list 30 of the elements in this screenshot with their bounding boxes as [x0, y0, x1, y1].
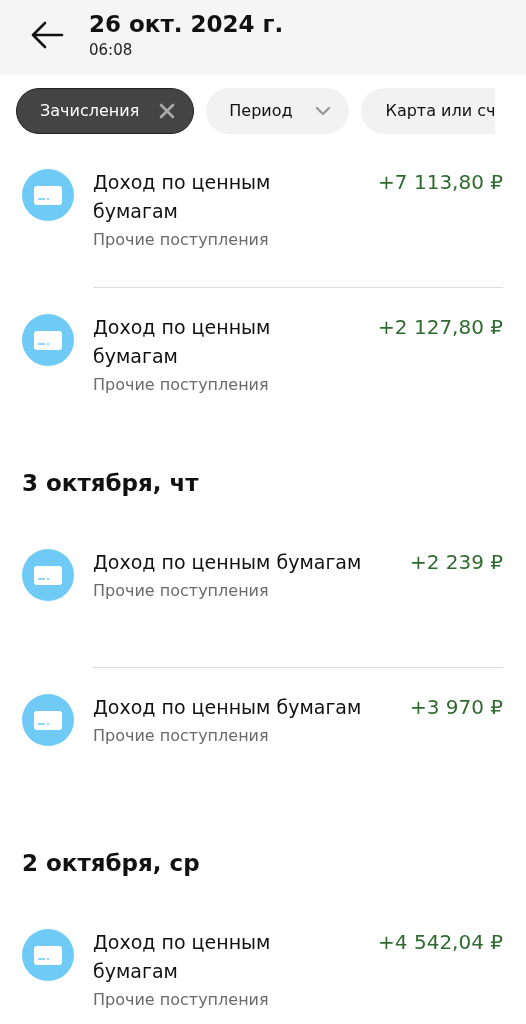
transaction-category: Прочие поступления — [93, 725, 270, 747]
filter-chip[interactable]: Зачисления — [16, 88, 195, 134]
transaction-amount: +3 970 ₽ — [409, 694, 503, 721]
transaction-category: Прочие поступления — [93, 229, 270, 251]
transaction-amount: +2 239 ₽ — [409, 549, 503, 576]
card-icon — [22, 929, 74, 981]
back-arrow-icon — [30, 21, 64, 49]
page-subtitle: 06:08 — [89, 40, 134, 60]
filter-chip[interactable]: Карта или сч — [360, 88, 496, 134]
transaction-title: Доход по ценным бумагам — [93, 315, 272, 369]
transaction-title: Доход по ценным бумагам — [93, 550, 363, 575]
transaction-amount: +7 113,80 ₽ — [378, 169, 503, 196]
filter-chip[interactable]: Период — [206, 88, 349, 134]
close-icon — [159, 103, 176, 119]
transaction-category: Прочие поступления — [93, 374, 270, 396]
date-heading: 2 октября, ср — [22, 849, 200, 878]
card-icon — [22, 314, 74, 366]
card-icon — [22, 694, 74, 746]
transaction-title: Доход по ценным бумагам — [93, 170, 272, 224]
chevron-down-icon — [314, 106, 331, 116]
page-title: 26 окт. 2024 г. — [89, 10, 284, 39]
card-icon — [22, 169, 74, 221]
transaction-title: Доход по ценным бумагам — [93, 695, 363, 720]
transaction-amount: +2 127,80 ₽ — [378, 314, 503, 341]
transaction-category: Прочие поступления — [93, 580, 270, 602]
date-heading: 3 октября, чт — [22, 469, 199, 498]
transaction-amount: +4 542,04 ₽ — [378, 929, 503, 956]
transaction-title: Доход по ценным бумагам — [93, 930, 272, 984]
card-icon — [22, 549, 74, 601]
transaction-category: Прочие поступления — [93, 989, 270, 1011]
